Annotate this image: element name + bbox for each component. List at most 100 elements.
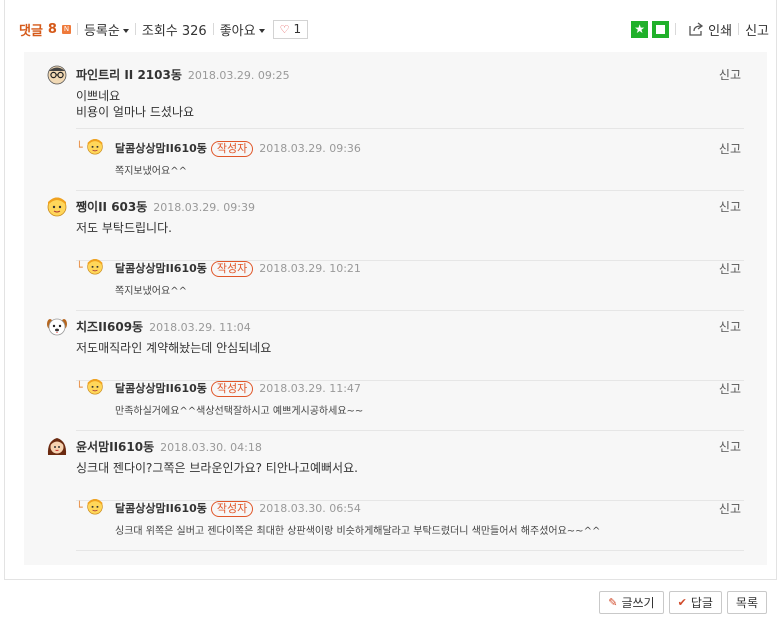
comment-date: 2018.03.29. 09:25	[187, 69, 290, 82]
likes-dropdown[interactable]: 좋아요	[220, 20, 265, 39]
author-badge: 작성자	[210, 261, 254, 277]
reply-arrow-icon: └	[76, 141, 83, 154]
yellow-avatar-icon[interactable]	[86, 377, 104, 395]
comment-author[interactable]: 달콤상상맘II610동 작성자 2018.03.29. 10:21	[115, 260, 361, 277]
author-nickname[interactable]: 달콤상상맘II610동	[115, 142, 207, 155]
reply-item: └ 달콤상상맘II610동 작성자 2018.03.29. 11:47 신고만족하실거에…	[24, 370, 767, 432]
like-count: 1	[293, 22, 302, 36]
comment-date: 2018.03.29. 10:21	[259, 262, 361, 275]
comment-text: 쪽지보냈어요^^	[115, 286, 187, 297]
comment-toolbar: 댓글 8 N 등록순 조회수 326 좋아요 ♡ 1 ★ 인쇄 신고	[19, 18, 769, 40]
square-icon[interactable]	[652, 20, 670, 38]
author-nickname[interactable]: 윤서맘II610동	[76, 440, 154, 454]
comment-divider	[76, 310, 744, 311]
dog-avatar-icon[interactable]	[46, 315, 68, 337]
comments-label: 댓글	[19, 23, 43, 39]
author-badge: 작성자	[210, 501, 254, 517]
divider	[76, 23, 78, 35]
author-nickname[interactable]: 쨍이II 603동	[76, 200, 147, 214]
print-link[interactable]: 인쇄	[708, 20, 732, 39]
divider	[738, 23, 740, 35]
comment-author[interactable]: 달콤상상맘II610동 작성자 2018.03.29. 11:47	[115, 380, 361, 397]
comment-date: 2018.03.29. 09:39	[153, 201, 255, 214]
report-comment-link[interactable]: 신고	[719, 198, 741, 215]
reply-item: └ 달콤상상맘II610동 작성자 2018.03.29. 10:21 신고쪽지보냈어요…	[24, 250, 767, 312]
report-comment-link[interactable]: 신고	[719, 260, 741, 277]
comment-author[interactable]: 달콤상상맘II610동 작성자 2018.03.30. 06:54	[115, 500, 361, 517]
yellow-avatar-icon[interactable]	[86, 497, 104, 515]
comment-text: 이쁘네요	[76, 89, 121, 103]
girl-avatar-icon[interactable]	[46, 435, 68, 457]
comment-date: 2018.03.30. 04:18	[160, 441, 262, 454]
report-comment-link[interactable]: 신고	[719, 140, 741, 157]
report-comment-link[interactable]: 신고	[719, 380, 741, 397]
author-nickname[interactable]: 치즈II609동	[76, 320, 143, 334]
reply-item: └ 달콤상상맘II610동 작성자 2018.03.29. 09:36 신고쪽지보냈어요…	[24, 130, 767, 192]
view-count: 조회수 326	[141, 23, 207, 39]
sort-label: 등록순	[83, 23, 120, 39]
comment-author[interactable]: 치즈II609동 2018.03.29. 11:04	[76, 318, 251, 335]
comment-text: 저도매직라인 계약해놨는데 안심되네요	[76, 341, 272, 355]
comment-text: 쪽지보냈어요^^	[115, 166, 187, 177]
like-button[interactable]: ♡ 1	[272, 19, 309, 39]
comment-divider	[76, 190, 744, 191]
comment-author[interactable]: 파인트리 II 2103동 2018.03.29. 09:25	[76, 66, 290, 83]
comment-item: 파인트리 II 2103동 2018.03.29. 09:25 신고이쁘네요비용이 …	[24, 60, 767, 130]
author-nickname[interactable]: 파인트리 II 2103동	[76, 68, 182, 82]
check-icon: ✔	[677, 596, 687, 609]
pencil-icon: ✎	[608, 596, 618, 609]
divider	[675, 23, 677, 35]
comment-author[interactable]: 달콤상상맘II610동 작성자 2018.03.29. 09:36	[115, 140, 361, 157]
author-nickname[interactable]: 달콤상상맘II610동	[115, 502, 207, 515]
report-comment-link[interactable]: 신고	[719, 318, 741, 335]
report-comment-link[interactable]: 신고	[719, 438, 741, 455]
comment-text: 만족하실거에요^^색상선택잘하시고 예쁘게시공하세요~~	[115, 406, 364, 417]
sort-dropdown[interactable]: 등록순	[84, 20, 129, 39]
new-badge: N	[61, 24, 71, 34]
comment-text: 싱크대 젠다이?그쪽은 브라운인가요? 티안나고예뻐서요.	[76, 461, 358, 475]
comment-text: 비용이 얼마나 드셨나요	[76, 105, 195, 119]
report-comment-link[interactable]: 신고	[719, 500, 741, 517]
author-badge: 작성자	[210, 381, 254, 397]
star-icon[interactable]: ★	[631, 20, 649, 38]
report-comment-link[interactable]: 신고	[719, 66, 741, 83]
reply-arrow-icon: └	[76, 501, 83, 514]
post-tools: ★ 인쇄 신고	[627, 18, 769, 40]
report-post-link[interactable]: 신고	[745, 20, 769, 39]
yellow-avatar-icon[interactable]	[86, 137, 104, 155]
yellow-avatar-icon[interactable]	[46, 195, 68, 217]
likes-menu-label: 좋아요	[219, 23, 256, 39]
chevron-down-icon	[258, 29, 265, 33]
comments-count: 8	[47, 21, 57, 37]
comment-divider	[76, 550, 744, 551]
write-label: 글쓰기	[621, 596, 655, 610]
list-label: 목록	[735, 596, 758, 610]
chevron-down-icon	[122, 29, 129, 33]
comment-list: 파인트리 II 2103동 2018.03.29. 09:25 신고 이쁘네요 비용이 …	[24, 52, 767, 565]
reply-arrow-icon: └	[76, 261, 83, 274]
comment-text: 싱크대 위쪽은 실버고 젠다이쪽은 최대한 상판색이랑 비슷하게해달라고 부탁드…	[115, 526, 601, 537]
reply-label: 답글	[690, 596, 713, 610]
bottom-actions: ✎ 글쓰기 ✔ 답글 목록	[599, 591, 767, 614]
comment-text: 저도 부탁드립니다.	[76, 221, 172, 235]
reply-arrow-icon: └	[76, 381, 83, 394]
list-button[interactable]: 목록	[726, 591, 767, 614]
author-badge: 작성자	[210, 141, 254, 157]
reply-item: └ 달콤상상맘II610동 작성자 2018.03.30. 06:54 신고싱크대 위쪽…	[24, 490, 767, 552]
heart-icon: ♡	[279, 22, 290, 36]
comment-date: 2018.03.29. 09:36	[259, 142, 361, 155]
comment-date: 2018.03.29. 11:04	[149, 321, 251, 334]
yellow-avatar-icon[interactable]	[86, 257, 104, 275]
glasses-avatar-icon[interactable]	[46, 63, 68, 85]
comment-author[interactable]: 쨍이II 603동 2018.03.29. 09:39	[76, 198, 255, 215]
author-nickname[interactable]: 달콤상상맘II610동	[115, 382, 207, 395]
reply-button[interactable]: ✔ 답글	[668, 591, 722, 614]
comment-panel: 댓글 8 N 등록순 조회수 326 좋아요 ♡ 1 ★ 인쇄 신고 파인트리 …	[4, 0, 777, 580]
comment-divider	[76, 430, 744, 431]
comment-author[interactable]: 윤서맘II610동 2018.03.30. 04:18	[76, 438, 262, 455]
author-nickname[interactable]: 달콤상상맘II610동	[115, 262, 207, 275]
share-icon[interactable]	[688, 21, 704, 37]
comment-divider	[76, 128, 744, 129]
write-button[interactable]: ✎ 글쓰기	[599, 591, 664, 614]
comment-date: 2018.03.30. 06:54	[259, 502, 361, 515]
